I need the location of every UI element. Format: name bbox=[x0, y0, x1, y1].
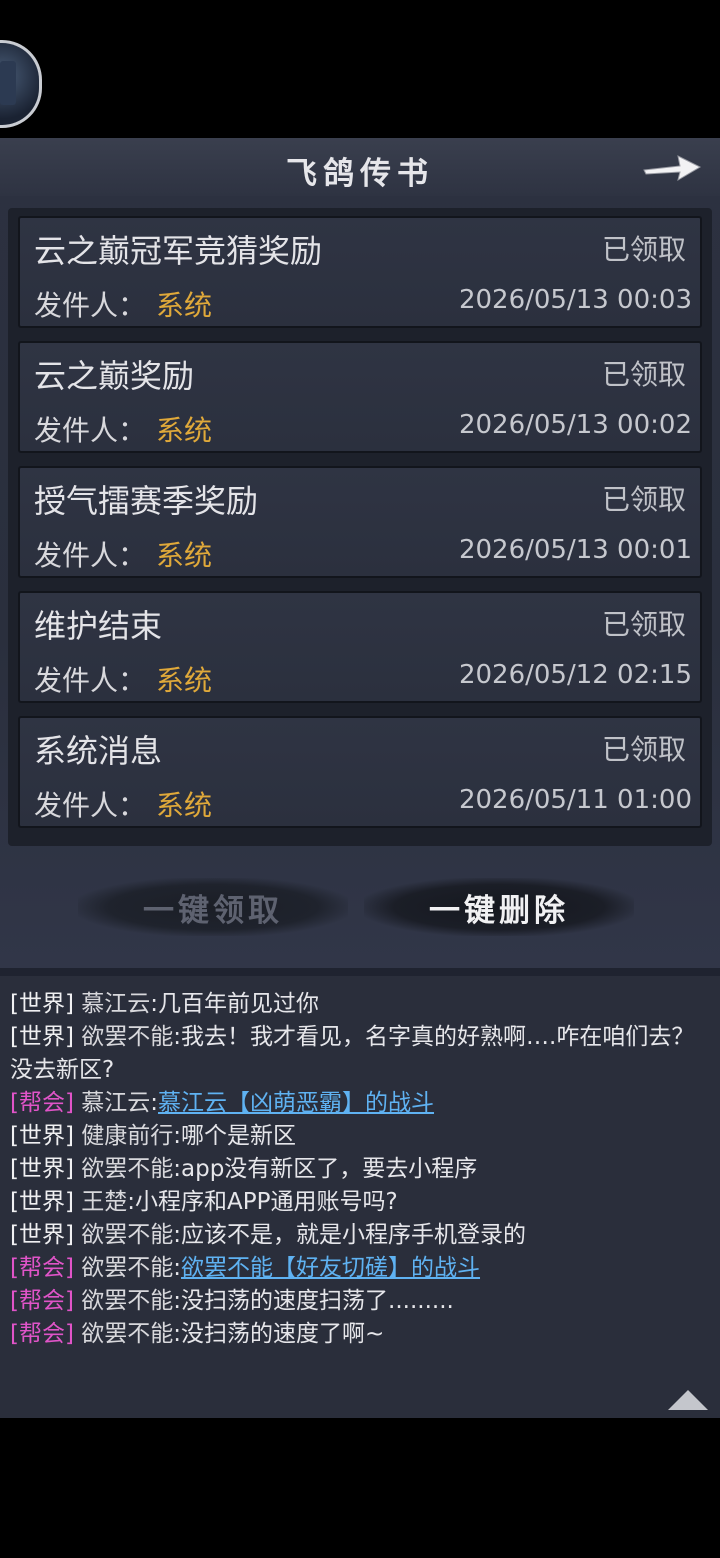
chat-message: [世界] 欲罢不能:应该不是，就是小程序手机登录的 bbox=[10, 1219, 712, 1252]
top-status-area bbox=[0, 0, 720, 138]
chat-text: :应该不是，就是小程序手机登录的 bbox=[173, 1222, 527, 1248]
chat-channel: [世界] bbox=[10, 1024, 74, 1050]
claim-all-button[interactable]: 一键领取 bbox=[78, 878, 348, 936]
chat-channel: [帮会] bbox=[10, 1321, 74, 1347]
mail-item[interactable]: 维护结束 已领取 发件人： 系统 2026/05/12 02:15 bbox=[18, 591, 702, 703]
mail-sender: 系统 bbox=[156, 664, 213, 697]
arrow-right-icon[interactable] bbox=[640, 146, 704, 188]
delete-all-button[interactable]: 一键删除 bbox=[364, 878, 634, 936]
chat-sender[interactable]: 欲罢不能 bbox=[81, 1255, 173, 1281]
chat-channel: [帮会] bbox=[10, 1288, 74, 1314]
mail-item[interactable]: 云之巅冠军竞猜奖励 已领取 发件人： 系统 2026/05/13 00:03 bbox=[18, 216, 702, 328]
chat-message: [帮会] 欲罢不能:没扫荡的速度扫荡了......... bbox=[10, 1285, 712, 1318]
battle-link[interactable]: 慕江云【凶萌恶霸】的战斗 bbox=[158, 1090, 434, 1116]
player-avatar[interactable] bbox=[0, 40, 42, 128]
chat-message: [世界] 健康前行:哪个是新区 bbox=[10, 1120, 712, 1153]
triangle-up-icon[interactable] bbox=[666, 1388, 710, 1412]
chat-sender[interactable]: 欲罢不能 bbox=[81, 1024, 173, 1050]
mail-title: 云之巅冠军竞猜奖励 bbox=[34, 232, 323, 270]
chat-message: [世界] 欲罢不能:我去！我才看见，名字真的好熟啊….咋在咱们去？没去新区? bbox=[10, 1021, 712, 1087]
mail-status: 已领取 bbox=[601, 733, 686, 766]
chat-text: :没扫荡的速度了啊~ bbox=[173, 1321, 385, 1347]
mail-time: 2026/05/11 01:00 bbox=[458, 785, 692, 815]
chat-sender[interactable]: 健康前行 bbox=[81, 1123, 173, 1149]
chat-text: : bbox=[173, 1255, 182, 1281]
sender-label: 发件人： bbox=[34, 539, 147, 572]
chat-text: :哪个是新区 bbox=[173, 1123, 297, 1149]
mail-time: 2026/05/13 00:01 bbox=[458, 535, 692, 565]
chat-panel[interactable]: [世界] 慕江云:几百年前见过你 [世界] 欲罢不能:我去！我才看见，名字真的好… bbox=[0, 968, 720, 1418]
chat-text: :几百年前见过你 bbox=[150, 991, 320, 1017]
chat-sender[interactable]: 慕江云 bbox=[81, 1090, 150, 1116]
chat-text: :app没有新区了，要去小程序 bbox=[173, 1156, 478, 1182]
avatar-figure bbox=[0, 61, 16, 105]
sender-label: 发件人： bbox=[34, 289, 147, 322]
mail-status: 已领取 bbox=[601, 233, 686, 266]
chat-message: [世界] 欲罢不能:app没有新区了，要去小程序 bbox=[10, 1153, 712, 1186]
mail-item[interactable]: 授气擂赛季奖励 已领取 发件人： 系统 2026/05/13 00:01 bbox=[18, 466, 702, 578]
chat-sender[interactable]: 王楚 bbox=[81, 1189, 127, 1215]
mail-sender: 系统 bbox=[156, 414, 213, 447]
mail-time: 2026/05/12 02:15 bbox=[458, 660, 692, 690]
chat-message: [世界] 王楚:小程序和APP通用账号吗? bbox=[10, 1186, 712, 1219]
chat-text: : bbox=[150, 1090, 159, 1116]
mail-item[interactable]: 云之巅奖励 已领取 发件人： 系统 2026/05/13 00:02 bbox=[18, 341, 702, 453]
chat-channel: [世界] bbox=[10, 1189, 74, 1215]
mail-time: 2026/05/13 00:02 bbox=[458, 410, 692, 440]
mail-title: 云之巅奖励 bbox=[34, 357, 195, 395]
chat-channel: [世界] bbox=[10, 1222, 74, 1248]
mail-time: 2026/05/13 00:03 bbox=[458, 285, 692, 315]
chat-channel: [帮会] bbox=[10, 1255, 74, 1281]
mail-title: 授气擂赛季奖励 bbox=[34, 482, 259, 520]
mail-status: 已领取 bbox=[601, 608, 686, 641]
chat-text: :小程序和APP通用账号吗? bbox=[127, 1189, 398, 1215]
page-title: 飞鸽传书 bbox=[286, 156, 434, 192]
chat-sender[interactable]: 欲罢不能 bbox=[81, 1156, 173, 1182]
chat-message: [帮会] 欲罢不能:没扫荡的速度了啊~ bbox=[10, 1318, 712, 1351]
mail-status: 已领取 bbox=[601, 358, 686, 391]
bottom-area bbox=[0, 1418, 720, 1558]
panel-header: 飞鸽传书 bbox=[0, 138, 720, 196]
mail-sender: 系统 bbox=[156, 789, 213, 822]
mail-item[interactable]: 系统消息 已领取 发件人： 系统 2026/05/11 01:00 bbox=[18, 716, 702, 828]
mail-list: 云之巅冠军竞猜奖励 已领取 发件人： 系统 2026/05/13 00:03 云… bbox=[8, 208, 712, 846]
chat-sender[interactable]: 欲罢不能 bbox=[81, 1288, 173, 1314]
chat-text: :没扫荡的速度扫荡了......... bbox=[173, 1288, 454, 1314]
chat-channel: [世界] bbox=[10, 1123, 74, 1149]
mail-title: 系统消息 bbox=[34, 732, 163, 770]
battle-link[interactable]: 欲罢不能【好友切磋】的战斗 bbox=[181, 1255, 480, 1281]
mail-sender: 系统 bbox=[156, 289, 213, 322]
chat-channel: [世界] bbox=[10, 1156, 74, 1182]
chat-message: [帮会] 慕江云:慕江云【凶萌恶霸】的战斗 bbox=[10, 1087, 712, 1120]
chat-message: [世界] 慕江云:几百年前见过你 bbox=[10, 988, 712, 1021]
sender-label: 发件人： bbox=[34, 789, 147, 822]
chat-channel: [帮会] bbox=[10, 1090, 74, 1116]
mail-sender: 系统 bbox=[156, 539, 213, 572]
chat-message: [帮会] 欲罢不能:欲罢不能【好友切磋】的战斗 bbox=[10, 1252, 712, 1285]
chat-sender[interactable]: 慕江云 bbox=[81, 991, 150, 1017]
chat-channel: [世界] bbox=[10, 991, 74, 1017]
mail-status: 已领取 bbox=[601, 483, 686, 516]
sender-label: 发件人： bbox=[34, 664, 147, 697]
chat-sender[interactable]: 欲罢不能 bbox=[81, 1222, 173, 1248]
chat-sender[interactable]: 欲罢不能 bbox=[81, 1321, 173, 1347]
mail-title: 维护结束 bbox=[34, 607, 163, 645]
mail-panel: 飞鸽传书 云之巅冠军竞猜奖励 已领取 发件人： 系统 2026/05/13 00… bbox=[0, 138, 720, 968]
sender-label: 发件人： bbox=[34, 414, 147, 447]
